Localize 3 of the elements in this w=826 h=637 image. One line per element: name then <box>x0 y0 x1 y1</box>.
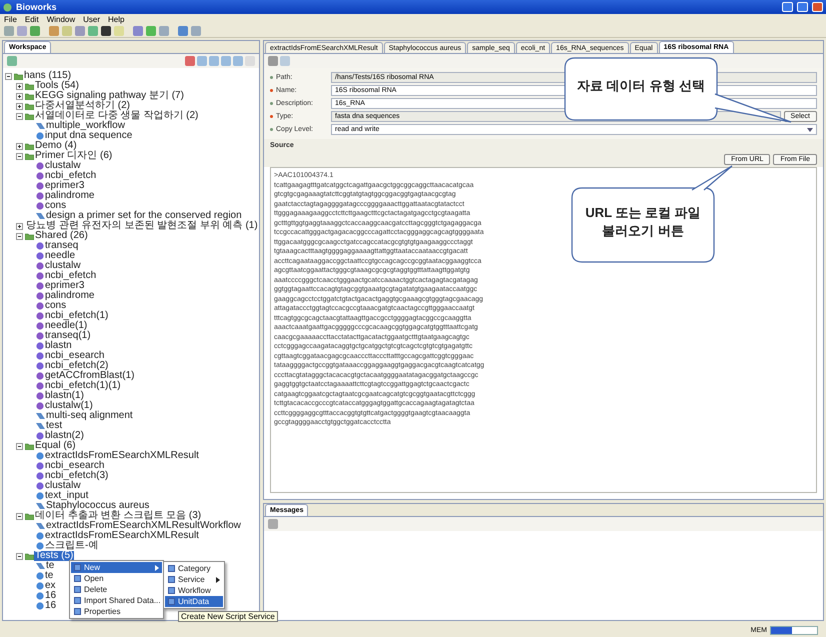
callout-text: 자료 데이터 유형 선택 <box>577 77 705 95</box>
tooltip: Create New Script Service <box>178 611 278 622</box>
window-title: Bioworks <box>16 2 58 12</box>
